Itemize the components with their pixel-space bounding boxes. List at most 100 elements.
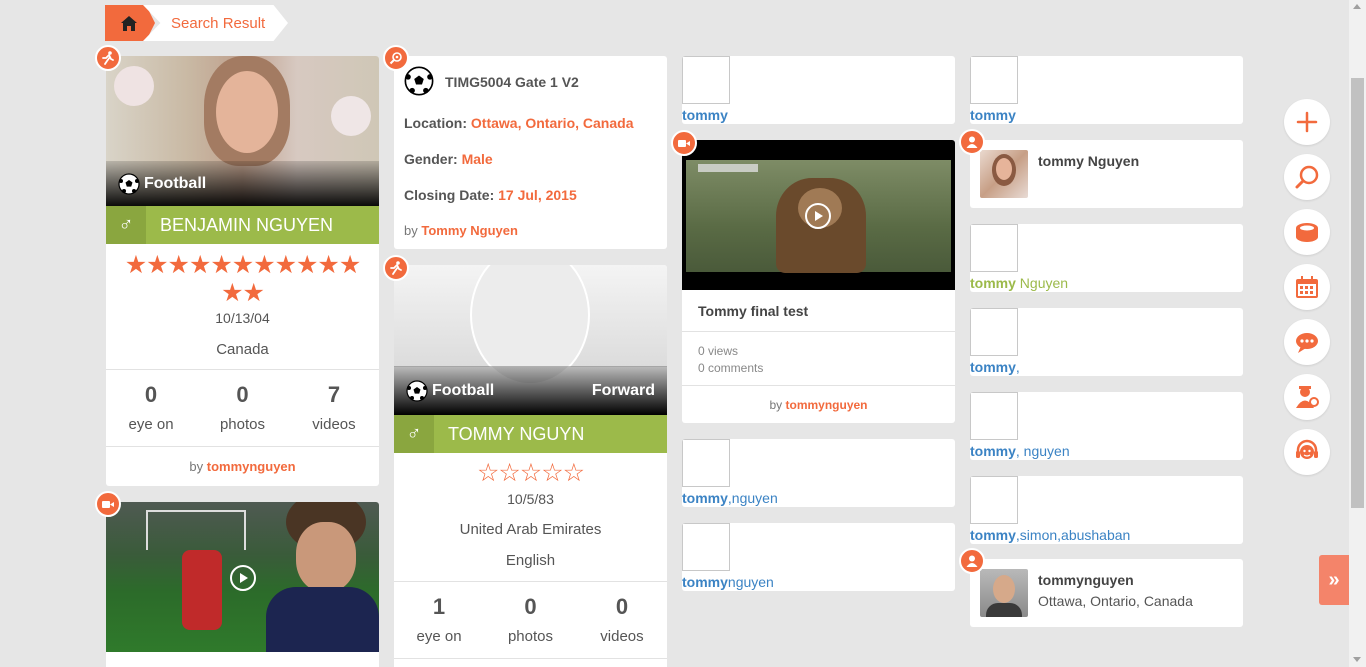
video-card-football[interactable] xyxy=(106,502,379,667)
user-list-item[interactable]: tommy,nguyen xyxy=(682,439,955,507)
user-list-item[interactable]: tommynguyen xyxy=(682,523,955,591)
rating-stars: ★★★★★★★★★★★ ★★ xyxy=(124,251,362,307)
player-stats: 1 eye on 0 photos 0 videos xyxy=(394,581,667,659)
expand-panel-button[interactable]: » xyxy=(1319,555,1349,605)
video-badge-icon xyxy=(671,130,697,156)
event-closing-row: Closing Date: 17 Jul, 2015 xyxy=(404,187,577,203)
user-profile-card[interactable]: tommy Nguyen xyxy=(970,140,1243,208)
author-link[interactable]: tommynguyen xyxy=(786,398,868,412)
stat-eye-on[interactable]: 0 eye on xyxy=(106,370,196,446)
user-profile-card[interactable]: tommynguyen Ottawa, Ontario, Canada xyxy=(970,559,1243,627)
stadium-icon xyxy=(1296,223,1318,242)
user-name[interactable]: tommy,nguyen xyxy=(682,490,778,506)
user-thumbnail[interactable] xyxy=(682,523,730,571)
plus-icon xyxy=(1296,111,1318,133)
male-icon: ♂ xyxy=(394,415,434,453)
user-list-item[interactable]: tommy,simon,abushaban xyxy=(970,476,1243,544)
user-name[interactable]: tommy,simon,abushaban xyxy=(970,527,1130,543)
search-icon xyxy=(1295,165,1319,189)
player-card[interactable]: Football Forward ♂ TOMMY NGUYN ☆☆☆☆☆ 10/… xyxy=(394,265,667,667)
event-card[interactable]: TIMG5004 Gate 1 V2 Location: Ottawa, Ont… xyxy=(394,56,667,249)
stat-videos[interactable]: 0 videos xyxy=(577,582,667,658)
event-gender: Male xyxy=(461,151,493,167)
breadcrumb-home[interactable] xyxy=(105,5,155,41)
breadcrumb-current: Search Result xyxy=(143,5,288,41)
rating-stars: ☆☆☆☆☆ xyxy=(476,459,585,487)
player-language: English xyxy=(505,552,556,569)
byline: by tommynguyen xyxy=(189,459,296,474)
player-name-bar[interactable]: ♂ TOMMY NGUYN xyxy=(394,415,667,453)
soccer-ball-icon xyxy=(406,379,428,402)
user-name[interactable]: tommy xyxy=(682,107,728,123)
user-thumbnail[interactable] xyxy=(682,439,730,487)
athlete-badge-icon xyxy=(383,255,409,281)
player-country: United Arab Emirates xyxy=(459,521,602,538)
user-list-item[interactable]: tommy, xyxy=(970,308,1243,376)
headset-icon xyxy=(1296,439,1318,459)
player-name: TOMMY NGUYN xyxy=(448,423,585,444)
user-list-item[interactable]: tommy xyxy=(682,56,955,124)
user-name[interactable]: tommy Nguyen xyxy=(1038,153,1139,169)
calendar-button[interactable] xyxy=(1284,264,1330,310)
calendar-icon xyxy=(1296,276,1318,298)
video-thumbnail xyxy=(682,140,955,290)
user-thumbnail[interactable] xyxy=(970,392,1018,440)
coach-button[interactable] xyxy=(1284,374,1330,420)
user-avatar[interactable] xyxy=(980,150,1028,198)
user-badge-icon xyxy=(959,129,985,155)
user-thumbnail[interactable] xyxy=(970,308,1018,356)
video-badge-icon xyxy=(95,491,121,517)
video-title[interactable]: Tommy final test xyxy=(698,303,808,319)
stadium-button[interactable] xyxy=(1284,209,1330,255)
soccer-ball-icon xyxy=(118,172,140,195)
user-thumbnail[interactable] xyxy=(682,56,730,104)
user-name[interactable]: tommynguyen xyxy=(1038,572,1134,588)
player-dob: 10/13/04 xyxy=(215,310,270,326)
player-dob: 10/5/83 xyxy=(507,491,554,507)
double-chevron-right-icon: » xyxy=(1328,568,1340,591)
play-icon[interactable] xyxy=(230,565,256,591)
scrollbar[interactable] xyxy=(1349,0,1366,667)
user-thumbnail[interactable] xyxy=(970,56,1018,104)
male-icon: ♂ xyxy=(106,206,146,244)
user-list-item[interactable]: tommy, nguyen xyxy=(970,392,1243,460)
user-list-item[interactable]: tommy xyxy=(970,56,1243,124)
athlete-badge-icon xyxy=(95,45,121,71)
play-icon[interactable] xyxy=(805,203,831,229)
player-name-bar[interactable]: ♂ BENJAMIN NGUYEN xyxy=(106,206,379,244)
event-location: Ottawa, Ontario, Canada xyxy=(470,115,634,131)
stat-eye-on[interactable]: 1 eye on xyxy=(394,582,484,658)
scroll-up-icon[interactable] xyxy=(1353,4,1361,9)
user-location: Ottawa, Ontario, Canada xyxy=(1038,593,1193,609)
video-card[interactable]: Tommy final test 0 views 0 comments by t… xyxy=(682,140,955,423)
support-button[interactable] xyxy=(1284,429,1330,475)
stat-photos[interactable]: 0 photos xyxy=(197,370,287,446)
author-link[interactable]: Tommy Nguyen xyxy=(421,223,518,238)
home-icon xyxy=(121,15,137,31)
chat-button[interactable] xyxy=(1284,319,1330,365)
user-name[interactable]: tommy Nguyen xyxy=(970,275,1068,291)
user-thumbnail[interactable] xyxy=(970,476,1018,524)
user-list-item[interactable]: tommy Nguyen xyxy=(970,224,1243,292)
user-name[interactable]: tommy, xyxy=(970,359,1020,375)
user-name[interactable]: tommy, nguyen xyxy=(970,443,1070,459)
sport-label: Football xyxy=(144,174,207,192)
event-title[interactable]: TIMG5004 Gate 1 V2 xyxy=(445,74,579,90)
user-avatar[interactable] xyxy=(980,569,1028,617)
user-name[interactable]: tommy xyxy=(970,107,1016,123)
scroll-down-icon[interactable] xyxy=(1353,657,1361,662)
add-button[interactable] xyxy=(1284,99,1330,145)
chat-icon xyxy=(1296,333,1318,353)
user-thumbnail[interactable] xyxy=(970,224,1018,272)
stat-photos[interactable]: 0 photos xyxy=(485,582,575,658)
player-photo-placeholder xyxy=(394,265,667,385)
stat-videos[interactable]: 7 videos xyxy=(289,370,379,446)
search-tryouts-button[interactable] xyxy=(1284,154,1330,200)
player-name: BENJAMIN NGUYEN xyxy=(160,214,334,235)
user-name[interactable]: tommynguyen xyxy=(682,574,774,590)
author-link[interactable]: tommynguyen xyxy=(207,459,296,474)
scrollbar-thumb[interactable] xyxy=(1351,78,1364,508)
event-gender-row: Gender: Male xyxy=(404,151,493,167)
player-card[interactable]: Football ♂ BENJAMIN NGUYEN ★★★★★★★★★★★ ★★… xyxy=(106,56,379,486)
event-closing-date: 17 Jul, 2015 xyxy=(498,187,577,203)
